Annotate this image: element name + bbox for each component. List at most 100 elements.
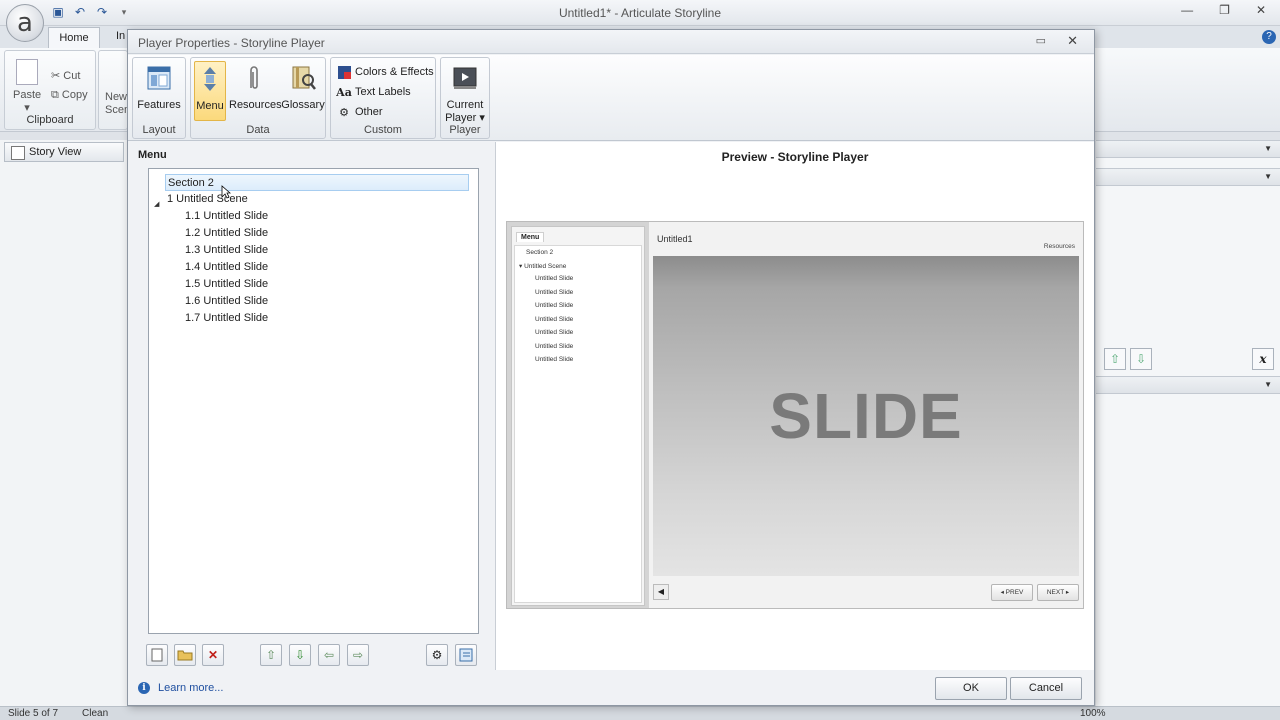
tree-item-section[interactable]: Section 2	[165, 174, 469, 191]
maximize-icon[interactable]: ▭	[1036, 34, 1046, 47]
preview-menu-item: Untitled Slide	[535, 275, 574, 282]
speaker-icon: ◀	[653, 584, 669, 600]
new-scene-button[interactable]: New Scen	[98, 50, 130, 130]
slide-counter: Slide 5 of 7	[8, 708, 59, 719]
preview-menu-item: Untitled Slide	[535, 302, 574, 309]
menu-icon	[195, 64, 225, 94]
close-icon[interactable]: ✕	[1067, 33, 1078, 49]
preview-menu-list: Section 2 ▾ Untitled Scene Untitled Slid…	[514, 245, 642, 603]
open-folder-icon[interactable]	[174, 644, 196, 666]
current-player-button[interactable]: Current Player ▾	[443, 61, 487, 124]
tree-item-slide[interactable]: 1.1 Untitled Slide	[185, 208, 268, 225]
player-icon	[450, 63, 480, 93]
preview-stage: Untitled1 Resources SLIDE ◀ ◂ PREV NEXT …	[649, 222, 1083, 608]
resources-button[interactable]: Resources	[229, 61, 282, 121]
gear-icon: ⚙	[339, 106, 349, 119]
tree-item-slide[interactable]: 1.3 Untitled Slide	[185, 242, 268, 259]
panel-header[interactable]: ▼	[1096, 140, 1280, 158]
panel-header[interactable]: ▼	[1096, 168, 1280, 186]
clipboard-group-label: Clipboard	[26, 114, 74, 126]
paste-button[interactable]: Paste ▾	[13, 59, 41, 119]
new-item-icon[interactable]	[146, 644, 168, 666]
other-button[interactable]: ⚙ Other	[337, 103, 382, 121]
panel-toolbar: ⇧ ⇩ x	[1096, 346, 1280, 372]
preview-next-button: NEXT ▸	[1037, 584, 1079, 601]
panel-header[interactable]: ▼	[1096, 376, 1280, 394]
story-view-tab[interactable]: Story View	[4, 142, 124, 162]
preview-menu-item: Untitled Slide	[535, 289, 574, 296]
tree-item-slide[interactable]: 1.2 Untitled Slide	[185, 225, 268, 242]
help-icon[interactable]: ?	[1262, 30, 1276, 44]
colors-icon	[337, 65, 351, 79]
preview-prev-button: ◂ PREV	[991, 584, 1033, 601]
tree-item-scene[interactable]: ◢ 1 Untitled Scene	[149, 191, 248, 208]
restore-icon[interactable]: ❐	[1219, 3, 1230, 17]
layout-group-label: Layout	[142, 124, 176, 136]
settings-gear-icon[interactable]: ⚙	[426, 644, 448, 666]
learn-more-link[interactable]: i Learn more...	[138, 682, 223, 694]
tree-item-slide[interactable]: 1.6 Untitled Slide	[185, 293, 268, 310]
preview-resources: Resources	[1043, 243, 1075, 250]
move-up-icon[interactable]: ⇧	[260, 644, 282, 666]
preview-menu-item: Untitled Slide	[535, 329, 574, 336]
copy-icon: ⧉	[51, 89, 62, 101]
right-panel: ▼ ▼ ⇧ ⇩ x ▼	[1096, 140, 1280, 706]
data-group-label: Data	[246, 124, 270, 136]
player-group: Current Player ▾ Player	[440, 57, 490, 139]
status-state: Clean	[82, 708, 109, 719]
cancel-button[interactable]: Cancel	[1010, 677, 1082, 700]
features-icon	[144, 63, 174, 93]
tab-insert[interactable]: In	[116, 30, 125, 42]
info-icon: i	[138, 682, 150, 694]
clipboard-group: Paste ▾ ✂ Cut ⧉ Copy Clipboard	[4, 50, 96, 130]
player-preview: Menu Section 2 ▾ Untitled Scene Untitled…	[506, 221, 1084, 609]
outdent-icon[interactable]: ⇦	[318, 644, 340, 666]
glossary-icon	[288, 63, 318, 93]
move-down-icon[interactable]: ⇩	[1130, 348, 1152, 370]
layout-group: Features Layout	[132, 57, 186, 139]
tree-item-slide[interactable]: 1.4 Untitled Slide	[185, 259, 268, 276]
minimize-icon[interactable]: —	[1181, 3, 1193, 17]
move-up-icon[interactable]: ⇧	[1104, 348, 1126, 370]
move-down-icon[interactable]: ⇩	[289, 644, 311, 666]
reset-from-story-icon[interactable]	[455, 644, 477, 666]
dialog-title: Player Properties - Storyline Player	[138, 36, 325, 50]
close-icon[interactable]: ✕	[1256, 3, 1266, 17]
dialog-title-bar: Player Properties - Storyline Player ▭ ✕	[128, 30, 1094, 54]
menu-tree[interactable]: Section 2 ◢ 1 Untitled Scene 1.1 Untitle…	[148, 168, 479, 634]
copy-button[interactable]: ⧉ Copy	[51, 89, 88, 102]
tab-home[interactable]: Home	[48, 27, 100, 49]
preview-heading: Preview - Storyline Player	[721, 150, 869, 164]
status-bar: Slide 5 of 7 Clean 100%	[0, 706, 1280, 720]
colors-effects-button[interactable]: Colors & Effects	[337, 63, 434, 81]
features-button[interactable]: Features	[135, 61, 183, 121]
app-title-bar: ▣ ↶ ↷ ▾ Untitled1* - Articulate Storylin…	[0, 0, 1280, 26]
zoom-level: 100%	[1080, 708, 1106, 719]
tree-item-slide[interactable]: 1.5 Untitled Slide	[185, 276, 268, 293]
preview-slide-title: Untitled1	[657, 234, 693, 244]
preview-sidebar: Menu Section 2 ▾ Untitled Scene Untitled…	[511, 226, 645, 606]
ok-button[interactable]: OK	[935, 677, 1007, 700]
custom-group: Colors & Effects Aa Text Labels ⚙ Other …	[330, 57, 436, 139]
indent-icon[interactable]: ⇨	[347, 644, 369, 666]
preview-menu-item: Untitled Slide	[535, 356, 574, 363]
story-pane: Story View	[0, 140, 128, 706]
paste-icon	[16, 59, 38, 85]
variable-icon[interactable]: x	[1252, 348, 1274, 370]
cut-button[interactable]: ✂ Cut	[51, 69, 80, 82]
preview-menu-item: Untitled Slide	[535, 316, 574, 323]
menu-button[interactable]: Menu	[194, 61, 226, 121]
tree-item-slide[interactable]: 1.7 Untitled Slide	[185, 310, 268, 327]
glossary-button[interactable]: Glossary	[281, 61, 325, 121]
paperclip-icon	[239, 63, 269, 93]
text-labels-button[interactable]: Aa Text Labels	[336, 83, 410, 101]
delete-icon[interactable]: ✕	[202, 644, 224, 666]
preview-menu-tab: Menu	[516, 232, 545, 242]
window-controls: — ❐ ✕	[1181, 3, 1266, 17]
app-logo[interactable]: a	[6, 4, 44, 42]
app-title: Untitled1* - Articulate Storyline	[558, 6, 722, 20]
player-group-label: Player	[449, 124, 481, 136]
player-properties-dialog: Player Properties - Storyline Player ▭ ✕…	[127, 29, 1095, 706]
custom-group-label: Custom	[364, 124, 402, 136]
expand-arrow-icon[interactable]: ◢	[154, 196, 159, 213]
